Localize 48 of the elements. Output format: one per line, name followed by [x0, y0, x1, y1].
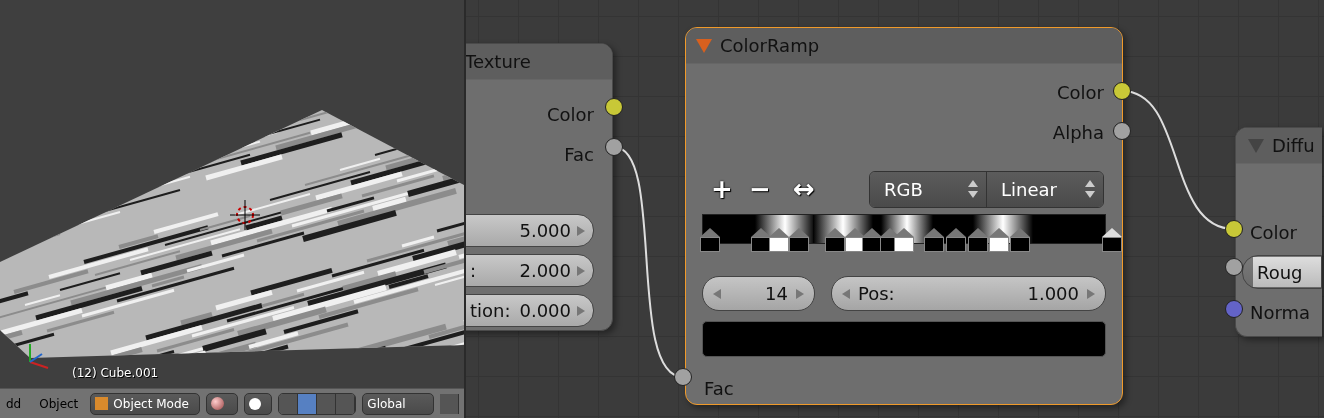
socket-label: Color — [1057, 81, 1104, 103]
up-down-arrows-icon — [968, 180, 978, 198]
input-socket[interactable] — [1225, 300, 1243, 318]
object-label: (12) Cube.001 — [72, 366, 159, 380]
color-stop[interactable] — [1010, 228, 1030, 252]
color-stop[interactable] — [894, 228, 914, 252]
number-field[interactable]: : 2.000 — [466, 254, 594, 287]
number-field[interactable]: tion: 0.000 — [466, 294, 594, 327]
color-stop[interactable] — [825, 228, 845, 252]
input-socket[interactable] — [1225, 220, 1243, 238]
tool-button[interactable]: ↔ — [784, 174, 824, 204]
menu-item[interactable]: Object — [33, 396, 85, 411]
menu-item[interactable]: dd — [0, 396, 28, 411]
color-stop[interactable] — [700, 228, 720, 252]
color-stop[interactable] — [968, 228, 988, 252]
socket-label: Fac — [564, 143, 594, 165]
color-stop[interactable] — [769, 228, 789, 252]
orientation-dropdown[interactable]: Global — [362, 392, 435, 415]
color-stop[interactable] — [789, 228, 809, 252]
socket-label: Fac — [704, 377, 734, 399]
color-stop[interactable] — [924, 228, 944, 252]
color-stop[interactable] — [862, 228, 882, 252]
input-socket[interactable] — [1225, 258, 1243, 276]
socket-label: Color — [1250, 221, 1297, 243]
color-mode-dropdown[interactable]: RGB — [870, 171, 986, 207]
input-socket[interactable] — [674, 368, 692, 386]
cursor-icon — [230, 200, 260, 230]
number-field[interactable]: 5.000 — [466, 214, 594, 247]
node-title: Diffu — [1272, 135, 1315, 156]
socket-label: Alpha — [1052, 121, 1104, 143]
shading-dropdown[interactable] — [206, 392, 239, 415]
pivot-dropdown[interactable] — [244, 392, 273, 415]
diffuse-node[interactable]: Diffu Color Roug Norma — [1235, 127, 1322, 337]
socket-label: Color — [547, 103, 594, 125]
node-title: ColorRamp — [720, 35, 820, 56]
color-swatch[interactable] — [702, 321, 1106, 357]
roughness-field[interactable]: Roug — [1242, 255, 1322, 289]
colorramp-node[interactable]: ColorRamp Color Alpha + − ↔ RGB Linear 14 Pos: 1.000 Fac — [685, 27, 1123, 405]
up-down-arrows-icon — [1085, 180, 1095, 198]
mode-dropdown[interactable]: Object Mode — [90, 392, 201, 415]
color-stop[interactable] — [946, 228, 966, 252]
socket-label: Norma — [1250, 301, 1311, 323]
tool-button[interactable]: − — [746, 174, 774, 204]
tool-button[interactable]: + — [708, 174, 736, 204]
color-stop[interactable] — [989, 228, 1009, 252]
interpolation-dropdown[interactable]: Linear — [986, 171, 1103, 207]
color-stop[interactable] — [1102, 228, 1122, 252]
color-stop[interactable] — [751, 228, 771, 252]
